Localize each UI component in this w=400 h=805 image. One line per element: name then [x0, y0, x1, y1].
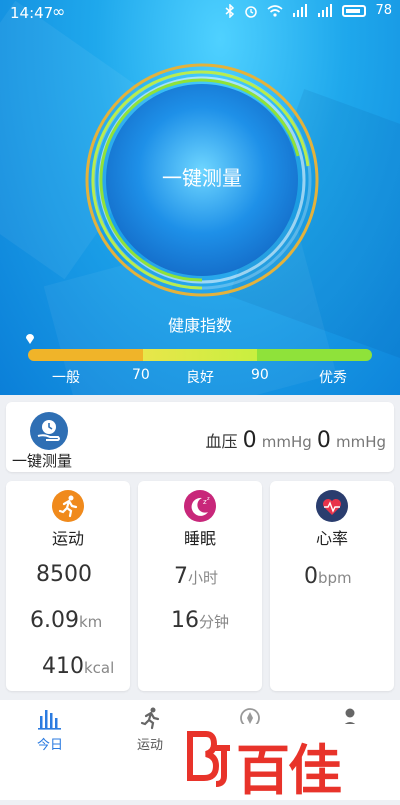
heart-bpm: 0bpm	[304, 564, 352, 589]
minutes-unit: 分钟	[199, 613, 230, 631]
sport-calories: 410kcal	[42, 654, 114, 679]
runner-icon	[140, 707, 160, 730]
alarm-icon	[245, 5, 258, 18]
bp-label: 血压	[205, 432, 238, 451]
watermark-text: 百佳	[236, 739, 342, 802]
sport-steps: 8500	[36, 562, 92, 587]
bar-segment-fair	[28, 349, 143, 361]
bluetooth-icon	[225, 3, 235, 18]
scale-label: 良好	[186, 370, 214, 386]
distance-value: 6.09	[30, 608, 79, 633]
battery-level: 78	[375, 3, 392, 18]
scale-label: 70	[132, 367, 150, 383]
running-icon	[52, 490, 84, 522]
blood-pressure: 血压 0 mmHg 0 mmHg	[206, 428, 386, 453]
scale-label: 一般	[52, 370, 80, 386]
sleep-card[interactable]: z z 睡眠 7小时 16分钟	[138, 481, 262, 691]
sleep-title: 睡眠	[183, 529, 216, 548]
bar-segment-good	[143, 349, 257, 361]
hours-value: 7	[174, 564, 188, 589]
status-bar: 14:47 ∞ 78	[0, 0, 400, 26]
health-index-scale: 一般 70 良好 90 优秀	[0, 367, 400, 387]
tab-today[interactable]: 今日	[10, 706, 90, 753]
svg-text:z: z	[207, 496, 210, 502]
bar-segment-excellent	[257, 349, 372, 361]
sleep-hours: 7小时	[174, 564, 218, 589]
scale-label: 优秀	[319, 370, 347, 386]
sport-distance: 6.09km	[30, 608, 102, 633]
signal-icon	[318, 4, 333, 17]
bar-chart-icon	[38, 710, 61, 730]
measure-label: 一键测量	[12, 452, 73, 470]
calories-value: 410	[42, 654, 84, 679]
minutes-value: 16	[171, 608, 199, 633]
index-marker-icon	[26, 334, 34, 344]
measure-gauge-label[interactable]: 一键测量	[84, 162, 320, 191]
measure-hand-icon	[30, 412, 68, 450]
battery-icon	[342, 4, 367, 17]
distance-unit: km	[78, 613, 103, 631]
signal-icon	[293, 4, 308, 17]
calories-unit: kcal	[84, 659, 115, 677]
tab-label: 今日	[36, 738, 63, 753]
wifi-icon	[267, 5, 283, 17]
health-index-title: 健康指数	[167, 316, 232, 335]
bpm-unit: bpm	[318, 569, 352, 587]
hero-panel: 14:47 ∞ 78 一键测量 健康指数 一般 70 良好 90 优秀	[0, 0, 400, 395]
health-index-bar	[28, 349, 372, 361]
sport-title: 运动	[51, 529, 84, 548]
infinity-icon: ∞	[52, 2, 66, 21]
moon-icon: z z	[184, 490, 216, 522]
status-icons: 78	[225, 3, 392, 18]
bp-diastolic: 0	[316, 428, 331, 453]
bp-systolic: 0	[242, 428, 257, 453]
scale-label: 90	[251, 367, 269, 383]
watermark-bj-icon	[187, 731, 230, 787]
measure-card[interactable]: 一键测量 血压 0 mmHg 0 mmHg	[6, 402, 394, 472]
status-time: 14:47	[10, 4, 54, 22]
tab-label: 运动	[136, 738, 163, 753]
heart-title: 心率	[315, 529, 348, 548]
bp-unit: mmHg	[261, 433, 312, 451]
tab-sport[interactable]: 运动	[110, 706, 190, 753]
heart-icon	[316, 490, 348, 522]
watermark-logo: 百佳	[180, 724, 380, 802]
hours-unit: 小时	[188, 569, 219, 587]
sport-card[interactable]: 运动 8500 6.09km 410kcal	[6, 481, 130, 691]
bp-unit: mmHg	[335, 433, 386, 451]
heart-rate-card[interactable]: 心率 0bpm	[270, 481, 394, 691]
bpm-value: 0	[304, 564, 318, 589]
sleep-minutes: 16分钟	[171, 608, 229, 633]
